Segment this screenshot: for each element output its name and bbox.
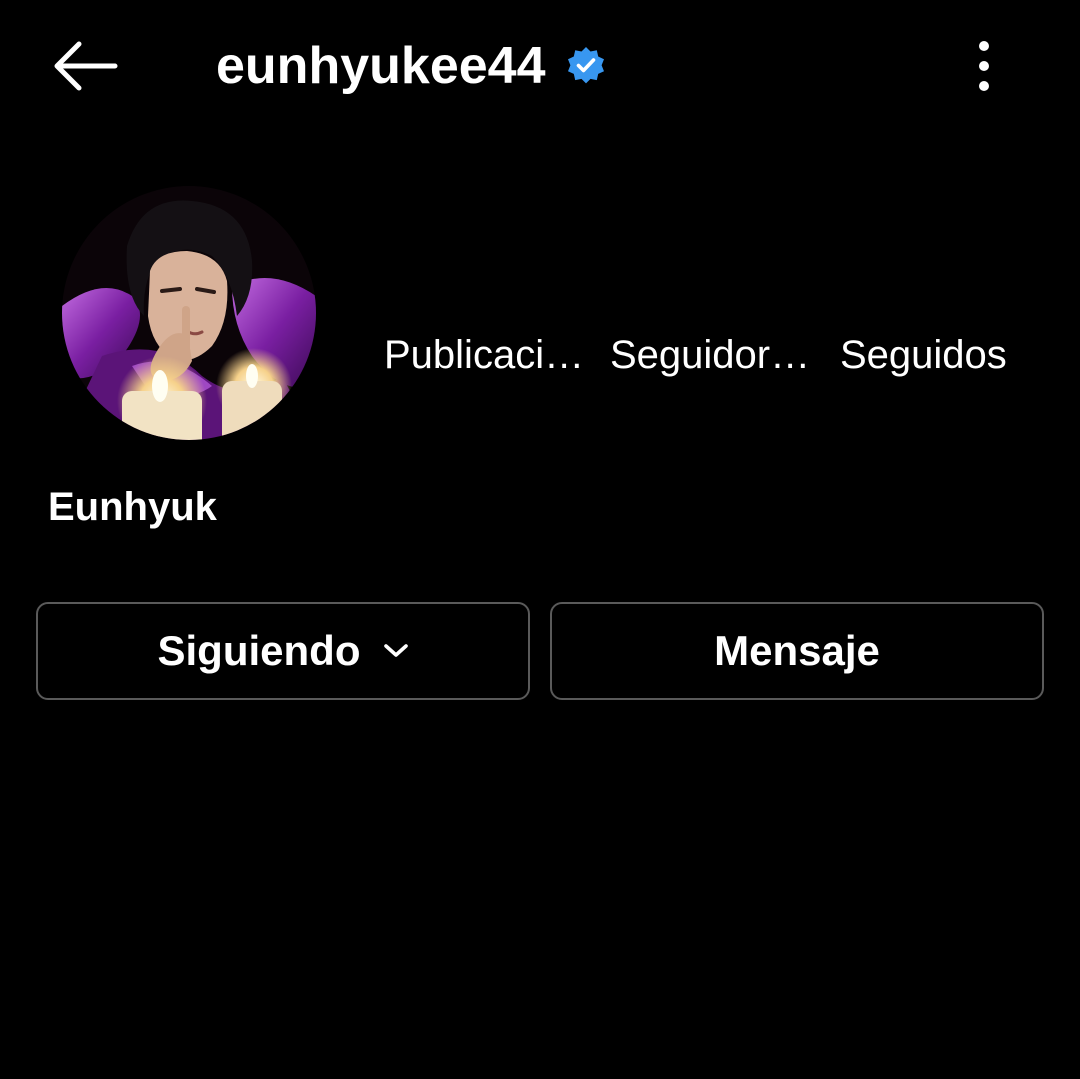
profile-stats: Publicaci… Seguidor… Seguidos: [0, 328, 1080, 382]
message-button[interactable]: Mensaje: [550, 602, 1044, 700]
display-name: Eunhyuk: [48, 485, 217, 529]
more-vertical-icon: [979, 41, 989, 91]
top-bar: eunhyukee44: [0, 0, 1080, 134]
stat-followers[interactable]: Seguidor…: [610, 328, 806, 382]
chevron-down-icon: [383, 643, 409, 659]
message-button-label: Mensaje: [714, 627, 880, 674]
profile-avatar[interactable]: [62, 186, 316, 440]
back-arrow-icon: [54, 41, 118, 91]
profile-title: eunhyukee44: [216, 30, 606, 102]
back-button[interactable]: [40, 28, 128, 104]
username-title: eunhyukee44: [216, 37, 546, 95]
stat-posts[interactable]: Publicaci…: [384, 328, 584, 382]
verified-badge-icon: [566, 46, 606, 86]
following-button[interactable]: Siguiendo: [36, 602, 530, 700]
following-button-label: Siguiendo: [157, 627, 361, 674]
stat-following[interactable]: Seguidos: [840, 328, 1030, 382]
more-options-button[interactable]: [954, 30, 1014, 102]
